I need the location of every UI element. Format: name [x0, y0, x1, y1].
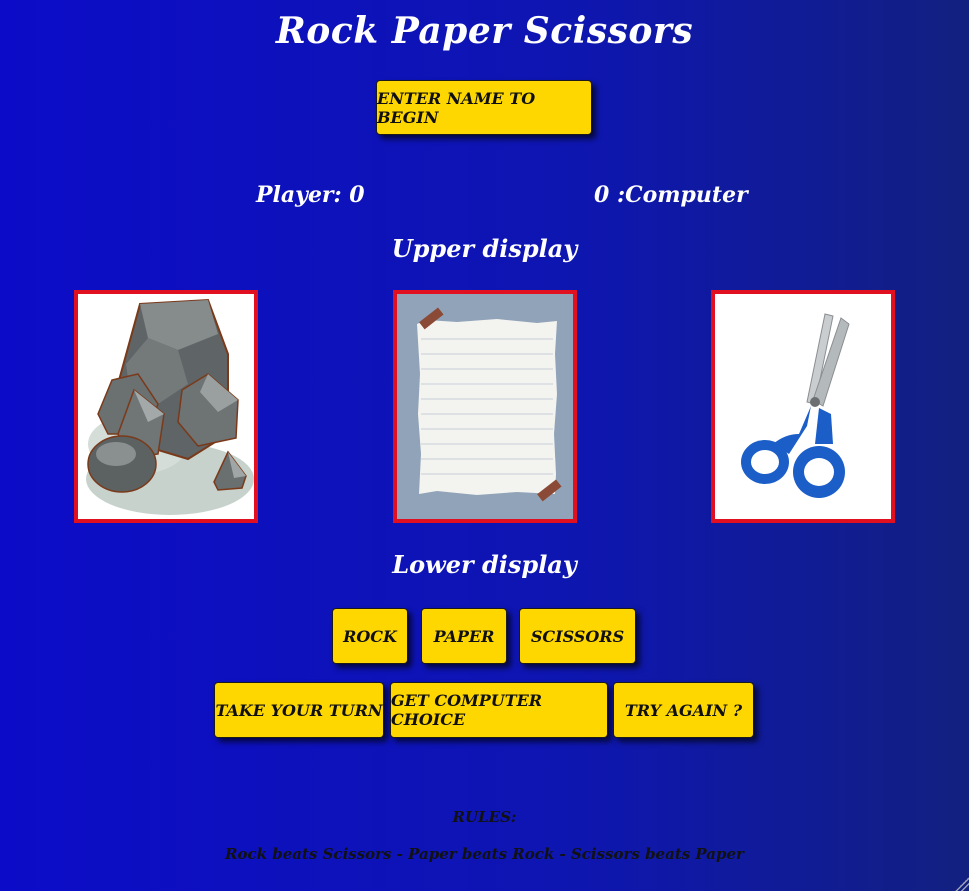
paper-card[interactable]: [393, 290, 577, 523]
rules-text: Rock beats Scissors - Paper beats Rock -…: [225, 845, 744, 863]
lower-display-label: Lower display: [392, 550, 577, 579]
get-computer-choice-button[interactable]: GET COMPUTER CHOICE: [390, 682, 608, 738]
computer-score: 0 :Computer: [594, 182, 748, 208]
upper-display-label: Upper display: [391, 234, 578, 263]
rock-card[interactable]: [74, 290, 258, 523]
scissors-button[interactable]: SCISSORS: [519, 608, 636, 664]
resize-handle-icon[interactable]: [955, 877, 969, 891]
scissors-image: [741, 313, 850, 498]
page-title: Rock Paper Scissors: [275, 10, 694, 52]
try-again-button[interactable]: TRY AGAIN ?: [613, 682, 754, 738]
paper-button[interactable]: PAPER: [421, 608, 507, 664]
rules-heading: RULES:: [452, 808, 517, 826]
enter-name-button[interactable]: ENTER NAME TO BEGIN: [376, 80, 592, 135]
take-your-turn-button[interactable]: TAKE YOUR TURN: [214, 682, 384, 738]
rock-button[interactable]: ROCK: [332, 608, 408, 664]
paper-image: [397, 294, 573, 519]
rock-image: [86, 298, 254, 515]
player-score: Player: 0: [256, 182, 365, 208]
scissors-card[interactable]: [711, 290, 895, 523]
